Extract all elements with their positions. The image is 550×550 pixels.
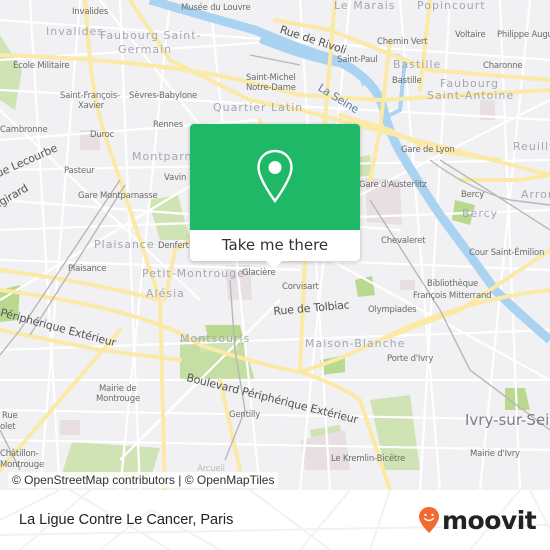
label-cour-st-emilion: Cour Saint-Émilion [469, 248, 545, 258]
label-charonne: Charonne [483, 61, 523, 71]
label-cambronne: Cambronne [0, 125, 48, 135]
label-notre-dame: Notre-Dame [246, 83, 296, 93]
label-chemin-vert: Chemin Vert [377, 37, 428, 47]
label-vavin: Vavin [164, 173, 187, 183]
label-faubourg-st-germain-2: Germain [118, 43, 173, 56]
label-le-marais: Le Marais [334, 0, 396, 12]
label-francois-mitterrand: François Mitterrand [413, 291, 492, 301]
popup-header[interactable] [190, 124, 360, 230]
label-chatillon-montrouge: Montrouge [0, 460, 44, 470]
destination-popup[interactable]: Take me there [190, 124, 360, 269]
label-glaciere: Glacière [242, 268, 276, 278]
map-view[interactable]: Invalides Invalides Musée du Louvre Faub… [0, 0, 550, 490]
label-xavier: Xavier [78, 101, 104, 111]
label-maison-blanche: Maison-Blanche [305, 337, 406, 350]
label-petit-montrouge: Petit-Montrouge [142, 267, 245, 280]
moovit-wordmark: moovit [442, 505, 537, 535]
label-porte-ivry: Porte d'Ivry [387, 354, 434, 364]
label-ecole-militaire: École Militaire [13, 61, 70, 71]
label-quartier-latin: Quartier Latin [213, 101, 304, 114]
label-plaisance-district: Plaisance [94, 238, 155, 251]
label-philippe-auguste: Philippe Auguste [497, 30, 550, 40]
label-montrouge: Montrouge [96, 394, 140, 404]
label-chatillon: Châtillon- [0, 449, 39, 459]
label-bastille-district: Bastille [393, 58, 442, 71]
map-pin-icon [257, 149, 293, 204]
label-kremlin-bicetre: Le Kremlin-Bicêtre [331, 454, 406, 464]
label-bercy-district: Bercy [462, 207, 499, 220]
label-bercy-station: Bercy [461, 190, 485, 200]
label-gentilly: Gentilly [229, 410, 261, 420]
label-violet: olet [0, 422, 16, 432]
label-faubourg-st-germain: Faubourg Saint- [100, 29, 202, 42]
label-bibliotheque: Bibliothèque [427, 279, 479, 289]
map-attribution[interactable]: © OpenStreetMap contributors | © OpenMap… [8, 472, 279, 488]
label-gare-austerlitz: Gare d'Austerlitz [359, 180, 427, 190]
label-denfert: Denfert [158, 241, 189, 251]
label-ivry-sur-seine: Ivry-sur-Seine [465, 411, 550, 429]
label-gare-de-lyon: Gare de Lyon [401, 145, 455, 155]
label-pasteur: Pasteur [64, 166, 95, 176]
label-mairie-montrouge: Mairie de [99, 384, 137, 394]
label-faubourg-st-antoine: Faubourg [440, 77, 500, 90]
label-bastille-station: Bastille [392, 76, 422, 86]
label-mairie-ivry: Mairie d'Ivry [470, 449, 520, 459]
take-me-there-button[interactable]: Take me there [190, 230, 360, 261]
label-montsouris: Montsouris [180, 332, 251, 345]
label-corvisart: Corvisart [282, 282, 319, 292]
label-saint-paul: Saint-Paul [337, 55, 378, 65]
label-st-francois: Saint-François- [60, 91, 120, 101]
label-musee-louvre: Musée du Louvre [181, 3, 251, 13]
moovit-smiley-pin-icon [419, 507, 439, 533]
label-invalides-district: Invalides [46, 25, 105, 38]
label-rue-violet: Rue [2, 411, 18, 421]
footer-bar: La Ligue Contre Le Cancer, Paris moovit [0, 490, 550, 550]
label-duroc: Duroc [90, 130, 115, 140]
label-plaisance-station: Plaisance [68, 264, 107, 274]
label-voltaire: Voltaire [455, 30, 486, 40]
label-invalides-station: Invalides [72, 7, 109, 17]
label-sevres-babylone: Sèvres-Babylone [129, 91, 198, 101]
label-reuilly: Reuilly [513, 140, 550, 153]
place-name: La Ligue Contre Le Cancer, Paris [19, 512, 234, 528]
label-rennes: Rennes [153, 120, 183, 130]
label-saint-michel: Saint-Michel [246, 73, 296, 83]
label-faubourg-st-antoine-2: Saint-Antoine [427, 89, 515, 102]
label-chevaleret: Chevaleret [381, 236, 426, 246]
label-popincourt: Popincourt [417, 0, 486, 12]
label-arrondissement: Arron [521, 188, 550, 201]
popup-pointer [265, 260, 283, 269]
label-alesia: Alésia [146, 287, 185, 300]
label-olympiades: Olympiades [368, 305, 417, 315]
moovit-logo[interactable]: moovit [418, 504, 537, 536]
label-gare-montparnasse: Gare Montparnasse [78, 191, 158, 201]
